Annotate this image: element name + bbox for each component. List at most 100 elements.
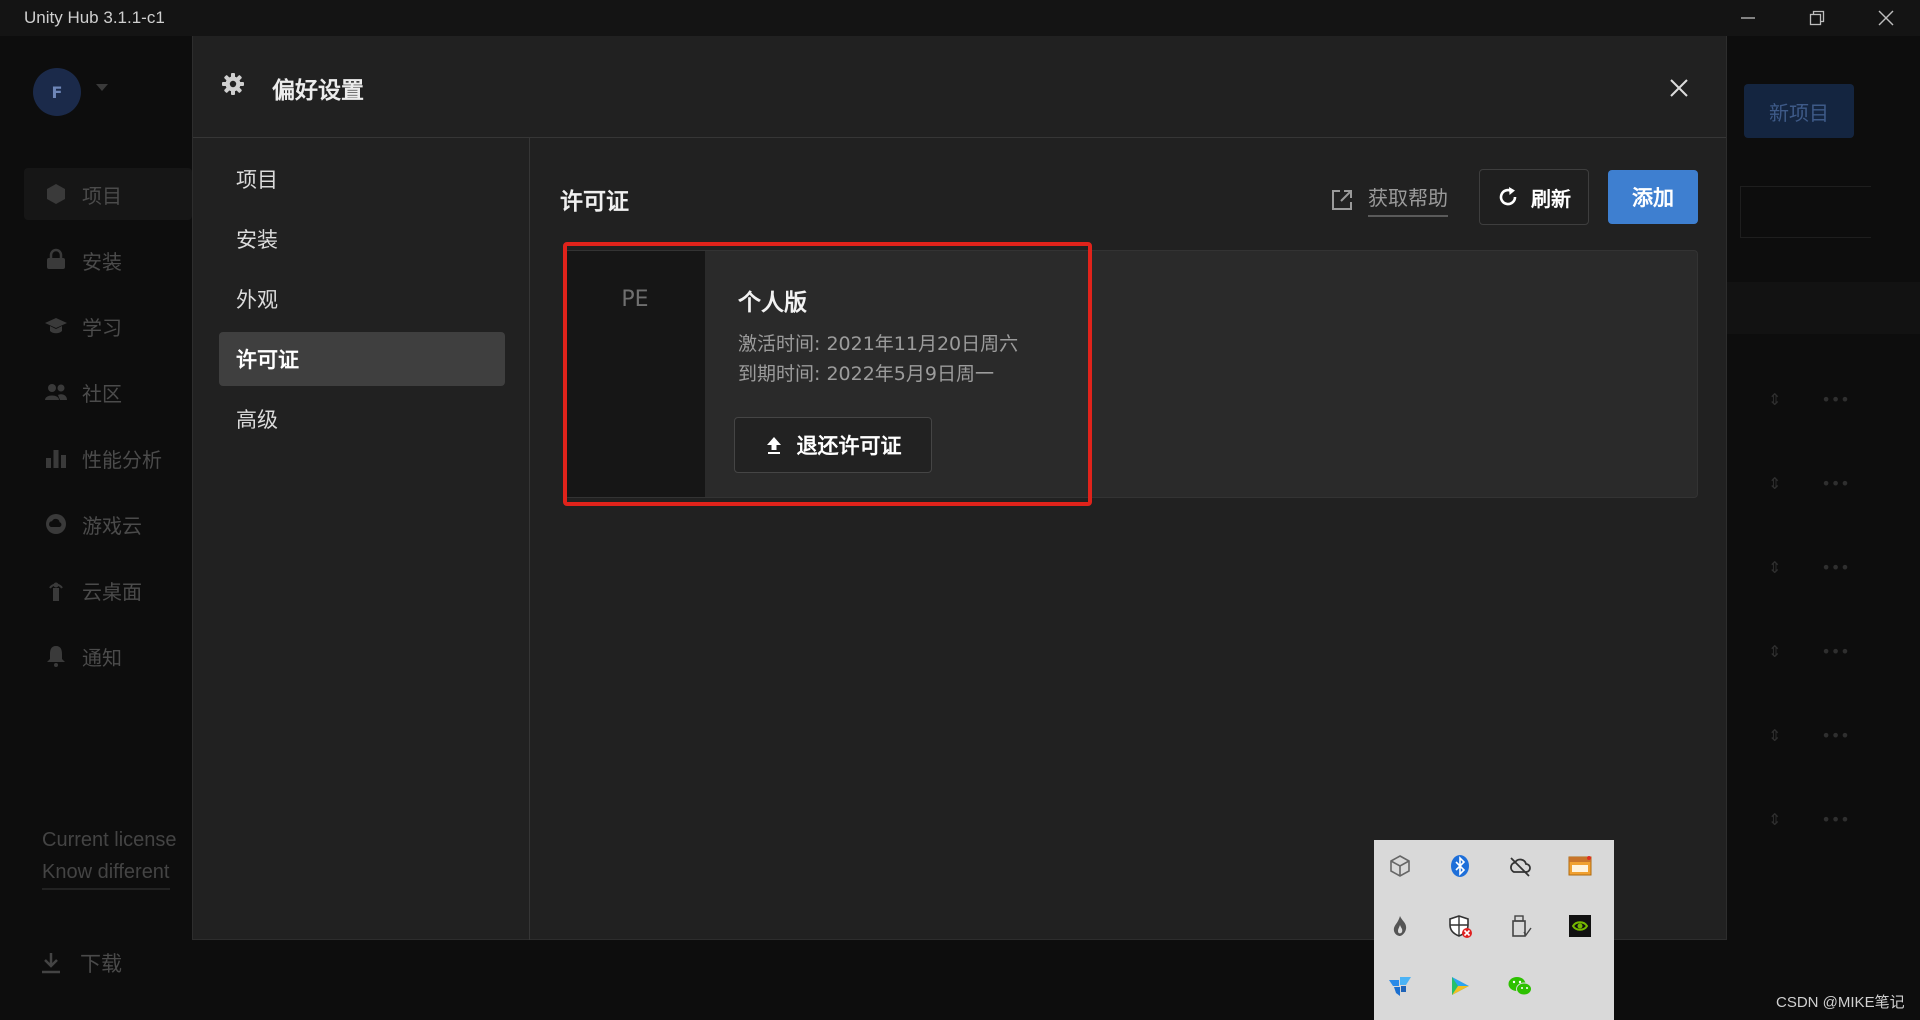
close-window-button[interactable] xyxy=(1854,0,1918,36)
table-row-actions[interactable]: ⇕ ••• xyxy=(1768,474,1850,493)
more-icon[interactable]: ••• xyxy=(1821,558,1849,577)
more-icon[interactable]: ••• xyxy=(1821,726,1849,745)
sidebar-item-label: 学习 xyxy=(82,315,122,340)
restore-button[interactable] xyxy=(1785,0,1849,36)
cloud-offline-icon[interactable] xyxy=(1506,852,1534,880)
video-player-icon[interactable] xyxy=(1446,972,1474,1000)
sidebar-item-analytics[interactable]: 性能分析 xyxy=(24,432,192,484)
window-app-icon[interactable] xyxy=(1566,852,1594,880)
preferences-dialog: 偏好设置 项目 安装 外观 许可证 高级 许可证 获取帮助 刷新 添加 PE 个… xyxy=(192,36,1727,940)
get-help-link[interactable]: 获取帮助 xyxy=(1330,182,1448,217)
sidebar-item-label: 云桌面 xyxy=(82,579,142,604)
sidebar-item-label: 项目 xyxy=(82,183,122,208)
gear-icon xyxy=(222,73,244,95)
download-icon xyxy=(42,953,60,974)
more-icon[interactable]: ••• xyxy=(1821,390,1849,409)
return-license-button[interactable]: 退还许可证 xyxy=(734,417,932,473)
sidebar-item-learn[interactable]: 学习 xyxy=(24,300,192,352)
new-project-button[interactable]: 新项目 xyxy=(1744,84,1854,138)
dialog-header: 偏好设置 xyxy=(193,36,1726,138)
external-link-icon xyxy=(1332,189,1352,210)
table-header xyxy=(1727,282,1920,334)
table-row-actions[interactable]: ⇕ ••• xyxy=(1768,558,1850,577)
sidebar-item-cloud-desktop[interactable]: 云桌面 xyxy=(24,564,192,616)
license-activated-date: 激活时间: 2021年11月20日周六 xyxy=(738,333,1019,355)
sort-icon[interactable]: ⇕ xyxy=(1768,390,1781,409)
refresh-label: 刷新 xyxy=(1531,186,1571,211)
system-tray-overflow xyxy=(1374,840,1614,1020)
unity-cube-icon[interactable] xyxy=(1386,852,1414,880)
wechat-icon[interactable] xyxy=(1506,972,1534,1000)
preferences-menu: 项目 安装 外观 许可证 高级 xyxy=(193,138,530,940)
sidebar-item-projects[interactable]: 项目 xyxy=(24,168,192,220)
refresh-icon xyxy=(1499,187,1517,206)
restore-icon xyxy=(1809,10,1825,26)
cloud-icon xyxy=(46,514,66,534)
avatar-initial: F xyxy=(51,82,63,102)
avatar[interactable]: F xyxy=(33,68,81,116)
minimize-button[interactable] xyxy=(1716,0,1780,36)
upload-icon xyxy=(766,437,781,454)
menu-item-licenses[interactable]: 许可证 xyxy=(219,332,505,386)
chevron-down-icon[interactable] xyxy=(96,84,108,91)
close-dialog-button[interactable] xyxy=(1659,68,1699,108)
license-expiry-date: 到期时间: 2022年5月9日周一 xyxy=(738,363,994,385)
usb-drive-icon[interactable] xyxy=(1506,912,1534,940)
download-label: 下载 xyxy=(80,952,122,976)
sidebar-item-label: 安装 xyxy=(82,249,122,274)
security-shield-icon[interactable] xyxy=(1446,912,1474,940)
table-row-actions[interactable]: ⇕ ••• xyxy=(1768,642,1850,661)
sidebar-item-game-cloud[interactable]: 游戏云 xyxy=(24,498,192,550)
lock-icon xyxy=(47,248,65,269)
dialog-title: 偏好设置 xyxy=(272,78,364,104)
bell-icon xyxy=(47,646,65,667)
table-row-actions[interactable]: ⇕ ••• xyxy=(1768,810,1850,829)
sort-icon[interactable]: ⇕ xyxy=(1768,810,1781,829)
window-title: Unity Hub 3.1.1-c1 xyxy=(24,8,165,27)
broadcast-icon xyxy=(49,582,63,601)
refresh-button[interactable]: 刷新 xyxy=(1479,169,1589,225)
menu-item-advanced[interactable]: 高级 xyxy=(219,392,505,446)
licenses-panel: 许可证 获取帮助 刷新 添加 PE 个人版 激活时间: 2021年11月20日周… xyxy=(530,138,1726,940)
sidebar-item-label: 性能分析 xyxy=(82,447,162,472)
menu-item-appearance[interactable]: 外观 xyxy=(219,272,505,326)
close-icon xyxy=(1878,10,1894,26)
menu-item-installs[interactable]: 安装 xyxy=(219,212,505,266)
minimize-icon xyxy=(1741,17,1755,19)
sort-icon[interactable]: ⇕ xyxy=(1768,642,1781,661)
flame-icon[interactable] xyxy=(1386,912,1414,940)
bluetooth-icon[interactable] xyxy=(1446,852,1474,880)
sort-icon[interactable]: ⇕ xyxy=(1768,726,1781,745)
more-icon[interactable]: ••• xyxy=(1821,810,1849,829)
menu-item-projects[interactable]: 项目 xyxy=(219,152,505,206)
sort-icon[interactable]: ⇕ xyxy=(1768,558,1781,577)
table-row-actions[interactable]: ⇕ ••• xyxy=(1768,726,1850,745)
sort-icon[interactable]: ⇕ xyxy=(1768,474,1781,493)
add-license-button[interactable]: 添加 xyxy=(1608,170,1698,224)
sidebar-item-community[interactable]: 社区 xyxy=(24,366,192,418)
return-license-label: 退还许可证 xyxy=(796,434,902,458)
search-input[interactable] xyxy=(1740,186,1871,238)
sidebar-item-notifications[interactable]: 通知 xyxy=(24,630,192,682)
bar-chart-icon xyxy=(46,450,66,468)
nvidia-icon[interactable] xyxy=(1566,912,1594,940)
download-button[interactable]: 下载 xyxy=(40,948,122,978)
close-icon xyxy=(1670,79,1688,97)
cube-icon xyxy=(47,184,65,204)
license-learn-link[interactable]: Know different xyxy=(42,861,170,890)
license-card: PE 个人版 激活时间: 2021年11月20日周六 到期时间: 2022年5月… xyxy=(564,250,1698,498)
title-bar: Unity Hub 3.1.1-c1 xyxy=(0,0,1920,36)
license-status-text: Current license xyxy=(42,829,177,851)
table-row-actions[interactable]: ⇕ ••• xyxy=(1768,390,1850,409)
more-icon[interactable]: ••• xyxy=(1821,474,1849,493)
license-badge: PE xyxy=(565,251,705,497)
sidebar-item-installs[interactable]: 安装 xyxy=(24,234,192,286)
pinwheel-icon[interactable] xyxy=(1386,972,1414,1000)
license-name: 个人版 xyxy=(738,290,807,316)
sidebar-item-label: 通知 xyxy=(82,645,122,670)
people-icon xyxy=(45,384,67,400)
watermark: CSDN @MIKE笔记 xyxy=(1776,994,1905,1011)
get-help-label: 获取帮助 xyxy=(1368,182,1448,217)
more-icon[interactable]: ••• xyxy=(1821,642,1849,661)
license-badge-text: PE xyxy=(621,287,649,312)
